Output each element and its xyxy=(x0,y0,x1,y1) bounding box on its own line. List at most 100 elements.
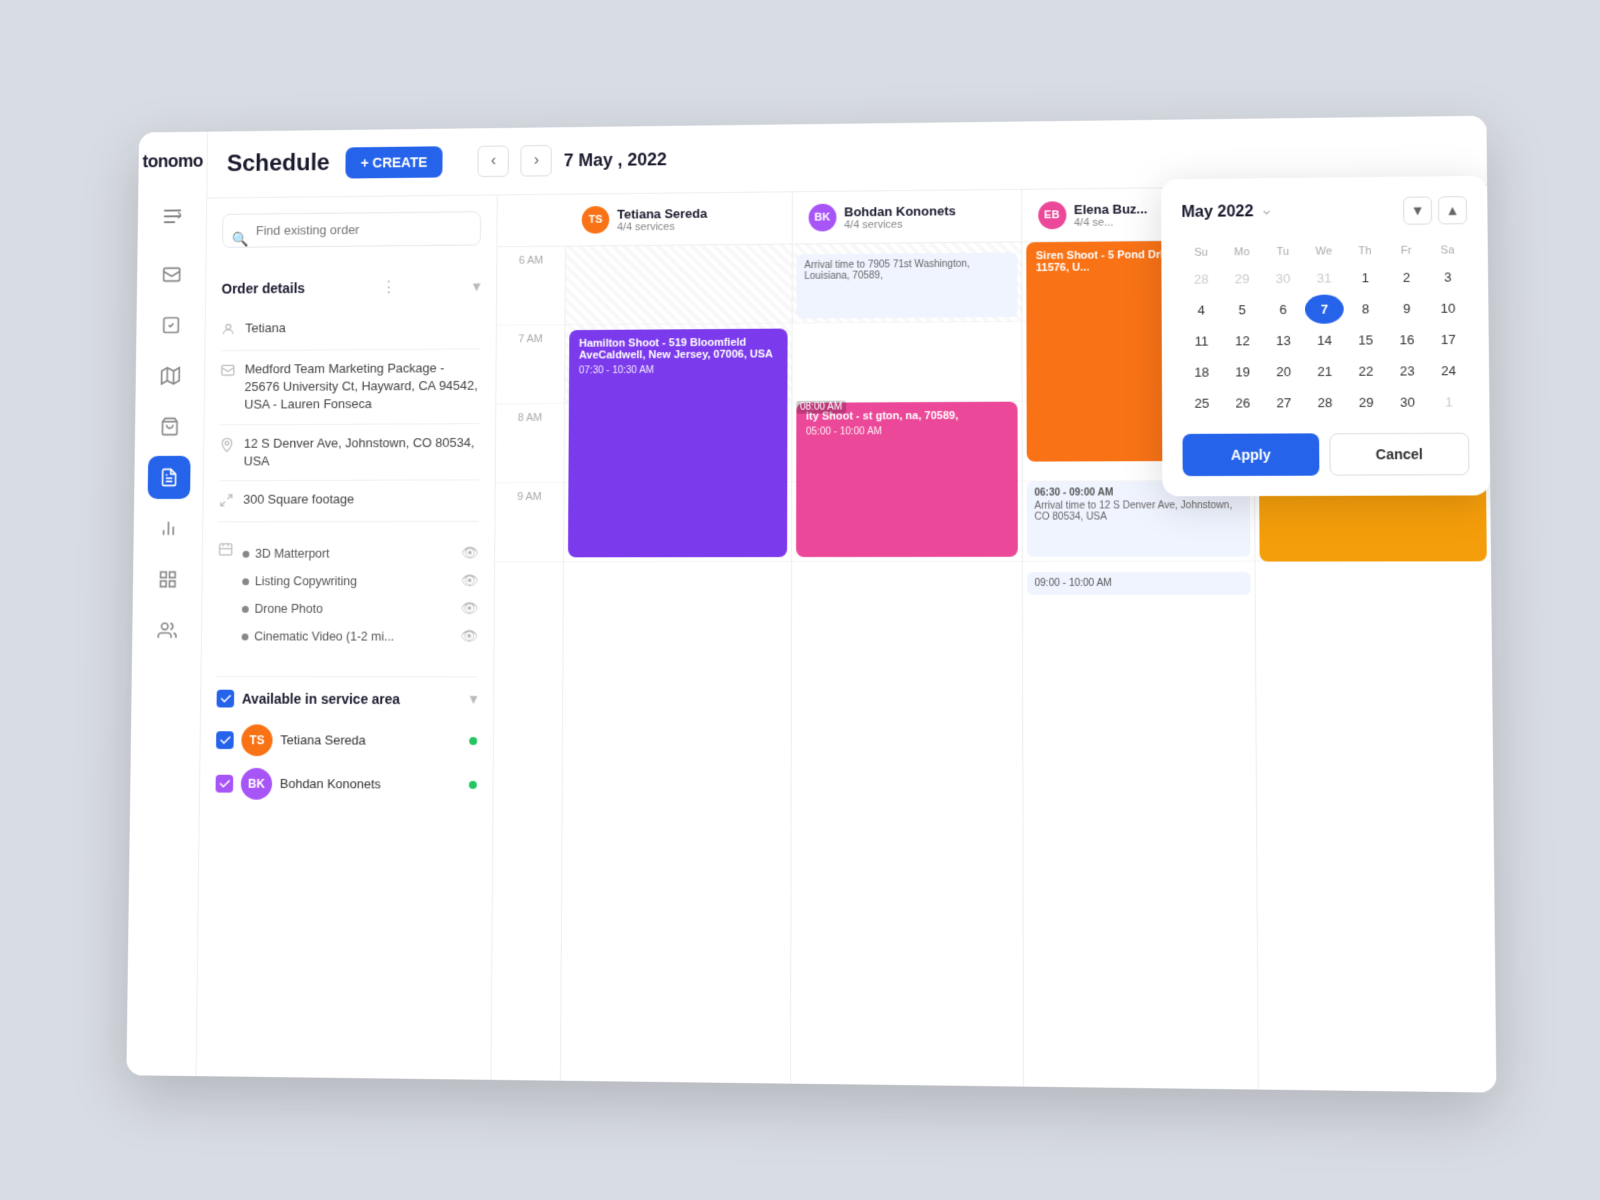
calendar-day-25[interactable]: 25 xyxy=(1182,389,1221,418)
cal-header-sa: Sa xyxy=(1428,240,1467,260)
col-services-2: 4/4 services xyxy=(844,218,956,231)
calendar-day-27[interactable]: 27 xyxy=(1264,388,1303,417)
create-button[interactable]: + CREATE xyxy=(345,146,443,178)
calendar-day-28[interactable]: 28 xyxy=(1305,388,1344,417)
calendar-nav: ▾ ▴ xyxy=(1403,196,1467,225)
calendar-day-30[interactable]: 30 xyxy=(1388,387,1428,416)
search-input[interactable] xyxy=(222,211,481,248)
calendar-day-21[interactable]: 21 xyxy=(1305,357,1344,386)
calendar-day-9[interactable]: 9 xyxy=(1387,294,1427,323)
service-item-1: 3D Matterport 👁 xyxy=(242,540,478,568)
time-column: 6 AM 7 AM 8 AM 9 AM xyxy=(491,247,565,1081)
prev-date-button[interactable]: ‹ xyxy=(478,145,509,177)
sidebar-item-users[interactable] xyxy=(145,609,188,652)
calendar-day-1[interactable]: 1 xyxy=(1346,263,1385,292)
eye-icon-1[interactable]: 👁 xyxy=(461,545,479,562)
sidebar-item-grid[interactable] xyxy=(146,558,189,601)
sidebar-item-map[interactable] xyxy=(149,354,192,397)
available-section: Available in service area ▾ TS Tetiana S… xyxy=(215,676,477,807)
col-name-1: Tetiana Sereda xyxy=(617,205,707,221)
calendar-day-19[interactable]: 19 xyxy=(1223,357,1262,386)
time-slot-7am: 7 AM xyxy=(496,325,564,404)
calendar-header: May 2022 ▾ ▴ xyxy=(1181,196,1467,227)
calendar-day-31[interactable]: 31 xyxy=(1304,263,1343,292)
calendar-day-6[interactable]: 6 xyxy=(1264,295,1303,324)
next-date-button[interactable]: › xyxy=(521,145,552,177)
grid-col-2: Arrival time to 7905 71st Washington, Lo… xyxy=(791,242,1024,1086)
order-details-collapse[interactable]: ▾ xyxy=(473,277,481,297)
calendar-day-3[interactable]: 3 xyxy=(1428,262,1468,291)
calendar-day-18[interactable]: 18 xyxy=(1182,358,1221,387)
square-footage-text: 300 Square footage xyxy=(243,491,354,509)
calendar-day-4[interactable]: 4 xyxy=(1182,295,1221,324)
event-hamilton[interactable]: Hamilton Shoot - 519 Bloomfield AveCaldw… xyxy=(568,329,787,558)
agent-name-2: Bohdan Kononets xyxy=(280,776,381,791)
sidebar-item-inbox[interactable] xyxy=(150,253,193,296)
cal-header-we: We xyxy=(1304,241,1343,261)
envelope-icon xyxy=(220,363,235,382)
calendar-day-14[interactable]: 14 xyxy=(1305,326,1344,355)
calendar-day-12[interactable]: 12 xyxy=(1223,326,1262,355)
agent-col-header-2: BK Bohdan Kononets 4/4 services xyxy=(792,190,1021,244)
calendar-day-23[interactable]: 23 xyxy=(1388,356,1428,385)
order-details-menu[interactable]: ⋮ xyxy=(381,278,397,298)
order-details-title: Order details xyxy=(221,280,305,296)
calendar-day-26[interactable]: 26 xyxy=(1223,388,1262,417)
calendar-day-1[interactable]: 1 xyxy=(1429,387,1469,416)
sidebar-toggle[interactable] xyxy=(153,199,192,234)
calendar-day-29[interactable]: 29 xyxy=(1347,388,1386,417)
eye-icon-2[interactable]: 👁 xyxy=(461,573,479,590)
calendar-day-10[interactable]: 10 xyxy=(1428,294,1468,323)
event-pink-time: 05:00 - 10:00 AM xyxy=(806,426,1007,438)
available-collapse[interactable]: ▾ xyxy=(469,689,477,709)
calendar-day-8[interactable]: 8 xyxy=(1346,294,1385,323)
sidebar-item-tasks[interactable] xyxy=(149,304,192,347)
calendar-up-btn[interactable]: ▴ xyxy=(1438,196,1467,224)
agent-checkbox-1[interactable] xyxy=(216,731,234,749)
event-pink[interactable]: ity Shoot - st gton, na, 70589, 05:00 - … xyxy=(796,402,1018,557)
calendar-day-28[interactable]: 28 xyxy=(1182,264,1221,293)
eye-icon-3[interactable]: 👁 xyxy=(461,600,479,617)
calendar-down-btn[interactable]: ▾ xyxy=(1403,196,1432,224)
address2-text: 12 S Denver Ave, Johnstown, CO 80534, US… xyxy=(244,434,480,471)
cal-header-mo: Mo xyxy=(1222,242,1261,262)
calendar-day-29[interactable]: 29 xyxy=(1223,264,1262,293)
calendar-day-11[interactable]: 11 xyxy=(1182,326,1221,355)
eye-icon-4[interactable]: 👁 xyxy=(460,628,478,645)
event-time: 07:30 - 10:30 AM xyxy=(579,364,777,376)
address2-field: 12 S Denver Ave, Johnstown, CO 80534, US… xyxy=(219,424,479,481)
calendar-day-5[interactable]: 5 xyxy=(1223,295,1262,324)
calendar-day-15[interactable]: 15 xyxy=(1346,325,1385,354)
calendar-day-20[interactable]: 20 xyxy=(1264,357,1303,386)
search-wrapper: 🔍 xyxy=(222,211,481,263)
main-content: Schedule + CREATE ‹ › 7 May , 2022 🔍 Ord… xyxy=(197,116,1497,1093)
date-navigation: ‹ › 7 May , 2022 xyxy=(478,144,667,177)
agent-row-1: TS Tetiana Sereda xyxy=(216,718,477,763)
calendar-day-30[interactable]: 30 xyxy=(1263,264,1302,293)
sidebar-item-schedule[interactable] xyxy=(147,456,190,499)
arrival-block-3: 09:00 - 10:00 AM xyxy=(1026,572,1250,595)
calendar-day-7[interactable]: 7 xyxy=(1305,294,1344,323)
calendar-day-24[interactable]: 24 xyxy=(1429,356,1469,385)
calendar-day-16[interactable]: 16 xyxy=(1387,325,1427,354)
agent-row-2: BK Bohdan Kononets xyxy=(215,762,477,807)
search-icon: 🔍 xyxy=(232,230,249,247)
service-item-2: Listing Copywriting 👁 xyxy=(242,567,478,595)
cancel-button[interactable]: Cancel xyxy=(1329,433,1469,476)
person-icon xyxy=(221,322,236,341)
calendar-day-13[interactable]: 13 xyxy=(1264,326,1303,355)
agent-checkbox-2[interactable] xyxy=(216,775,234,793)
apply-button[interactable]: Apply xyxy=(1182,433,1319,476)
calendar-day-17[interactable]: 17 xyxy=(1429,325,1469,354)
calendar-day-2[interactable]: 2 xyxy=(1387,263,1426,292)
available-checkbox[interactable] xyxy=(217,690,235,708)
event-title: Hamilton Shoot - 519 Bloomfield AveCaldw… xyxy=(579,337,777,362)
sidebar-item-orders[interactable] xyxy=(148,405,191,448)
agent-status-1 xyxy=(469,737,477,745)
calendar-day-22[interactable]: 22 xyxy=(1346,356,1385,385)
cal-header-tu: Tu xyxy=(1263,242,1302,262)
time-slot-9am: 9 AM xyxy=(495,483,563,562)
cal-header-su: Su xyxy=(1182,243,1221,263)
sidebar-item-reports[interactable] xyxy=(146,507,189,550)
current-date-label: 7 May , 2022 xyxy=(564,149,667,171)
